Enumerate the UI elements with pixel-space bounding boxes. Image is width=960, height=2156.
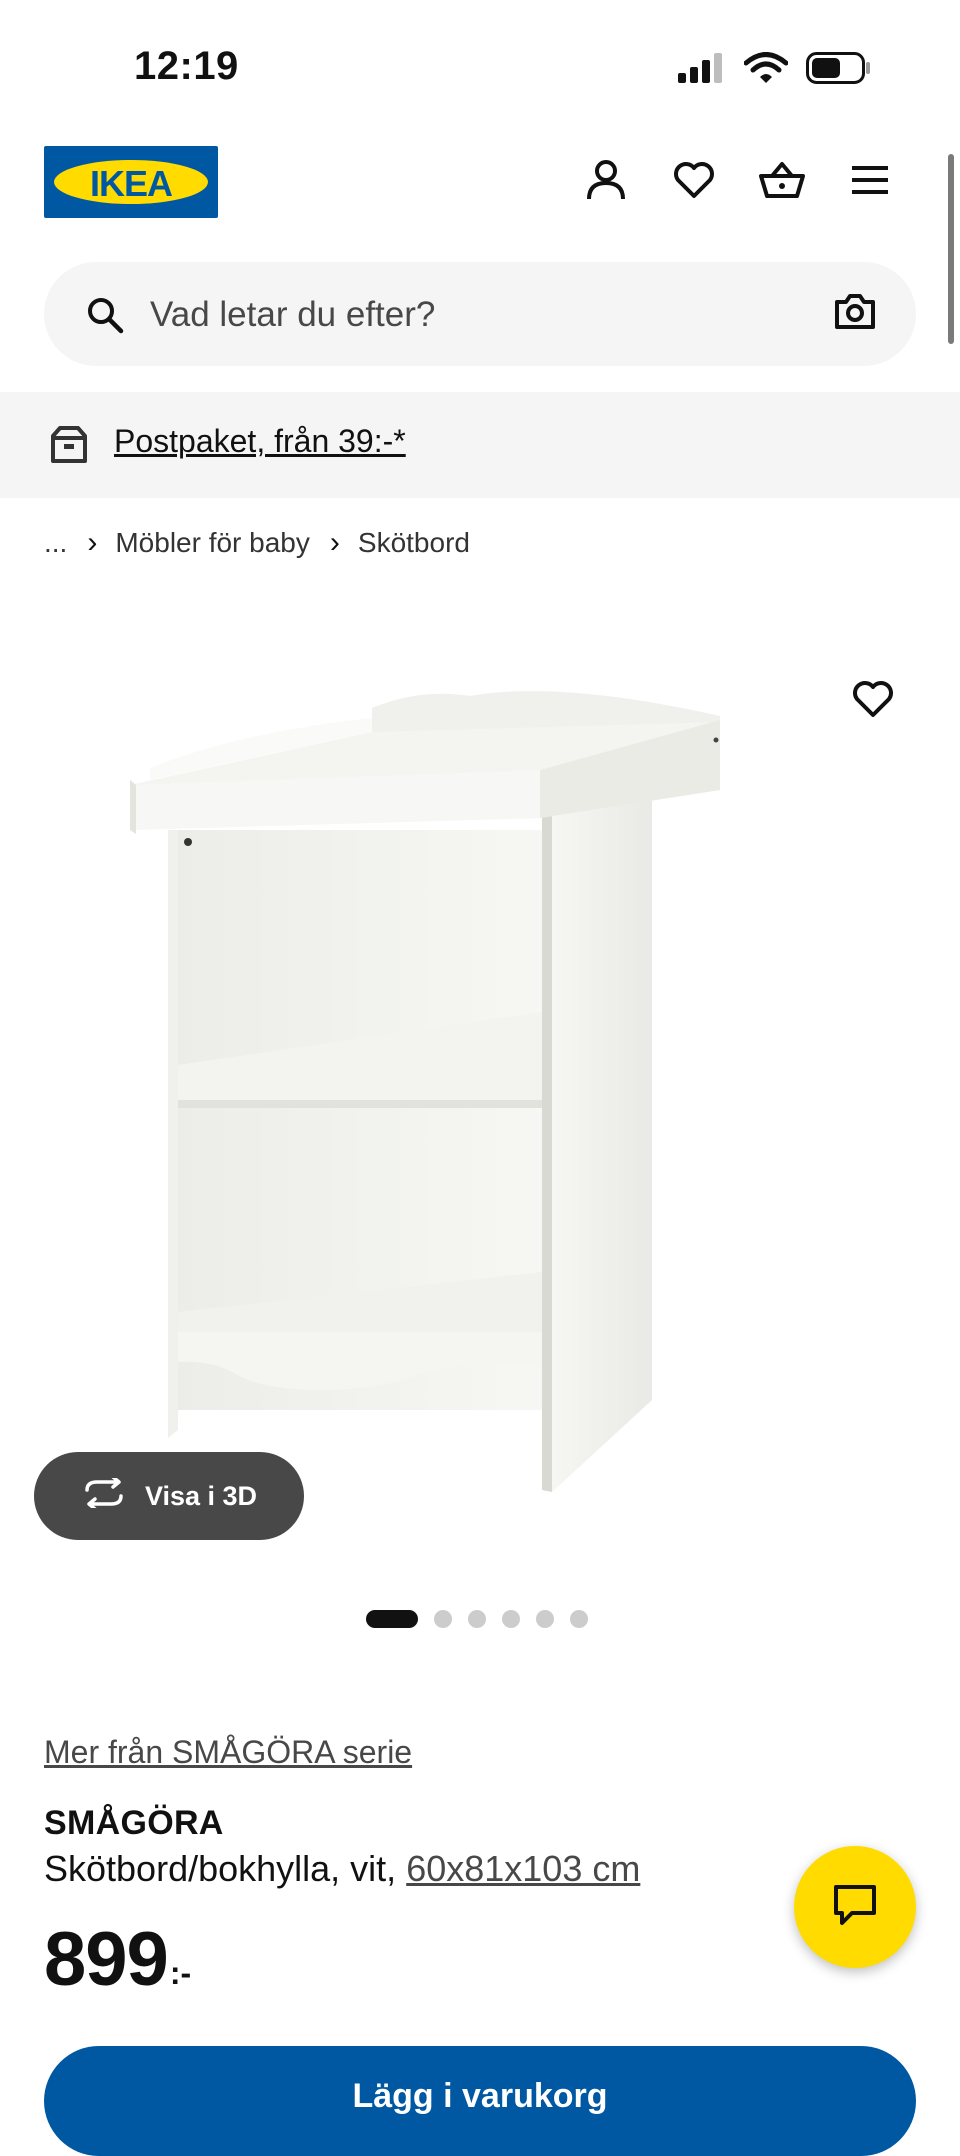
breadcrumb: ... › Möbler för baby › Skötbord <box>44 526 470 560</box>
breadcrumb-item-baby-furniture[interactable]: Möbler för baby <box>115 527 310 559</box>
pager-dot[interactable] <box>502 1610 520 1628</box>
search-bar[interactable] <box>44 262 916 366</box>
profile-icon[interactable] <box>582 156 630 204</box>
parcel-box-icon <box>50 424 88 469</box>
series-link[interactable]: Mer från SMÅGÖRA serie <box>44 1734 412 1771</box>
battery-icon <box>806 52 872 89</box>
product-price: 899 :- <box>44 1922 191 1998</box>
view-in-3d-label: Visa i 3D <box>144 1480 258 1511</box>
chat-bubble-icon <box>832 1883 878 1932</box>
pager-dot[interactable] <box>536 1610 554 1628</box>
view-in-3d-button[interactable]: Visa i 3D <box>34 1452 304 1540</box>
camera-icon[interactable] <box>834 292 876 335</box>
status-bar-icons <box>678 52 872 89</box>
chat-button[interactable] <box>794 1846 916 1968</box>
chevron-right-icon: › <box>87 526 98 559</box>
breadcrumb-ellipsis[interactable]: ... <box>44 527 67 559</box>
product-image[interactable] <box>0 620 960 1580</box>
logo-text: IKEA <box>89 163 173 204</box>
status-bar-time: 12:19 <box>134 44 239 88</box>
search-icon <box>86 296 124 339</box>
product-type: Skötbord/bokhylla, vit, <box>44 1848 397 1889</box>
pager-dot[interactable] <box>434 1610 452 1628</box>
pager-dot[interactable] <box>570 1610 588 1628</box>
menu-icon[interactable] <box>846 156 894 204</box>
add-to-cart-button[interactable]: Lägg i varukorg <box>44 2046 916 2156</box>
delivery-banner: Postpaket, från 39:-* <box>0 392 960 498</box>
ikea-logo[interactable]: IKEA <box>44 146 218 218</box>
add-to-favorites-heart-icon[interactable] <box>852 680 894 723</box>
heart-icon[interactable] <box>670 156 718 204</box>
wifi-icon <box>743 52 789 89</box>
delivery-link[interactable]: Postpaket, från 39:-* <box>114 423 406 460</box>
chevron-right-icon: › <box>329 526 340 559</box>
breadcrumb-item-changing-tables[interactable]: Skötbord <box>358 527 470 559</box>
product-name: SMÅGÖRA <box>44 1804 224 1842</box>
scrollbar[interactable] <box>948 154 954 344</box>
pager-dot[interactable] <box>468 1610 486 1628</box>
header-actions <box>582 156 894 204</box>
pager-dot-active[interactable] <box>366 1610 418 1628</box>
shopping-basket-icon[interactable] <box>758 156 806 204</box>
product-description: Skötbord/bokhylla, vit, 60x81x103 cm <box>44 1848 640 1890</box>
image-pager <box>366 1610 588 1628</box>
price-integer: 899 <box>44 1917 169 2002</box>
cellular-signal-icon <box>678 53 726 88</box>
product-dimensions-link[interactable]: 60x81x103 cm <box>406 1848 640 1889</box>
rotate-3d-icon <box>81 1474 127 1515</box>
search-input[interactable] <box>148 284 812 346</box>
price-suffix: :- <box>169 1955 192 1991</box>
